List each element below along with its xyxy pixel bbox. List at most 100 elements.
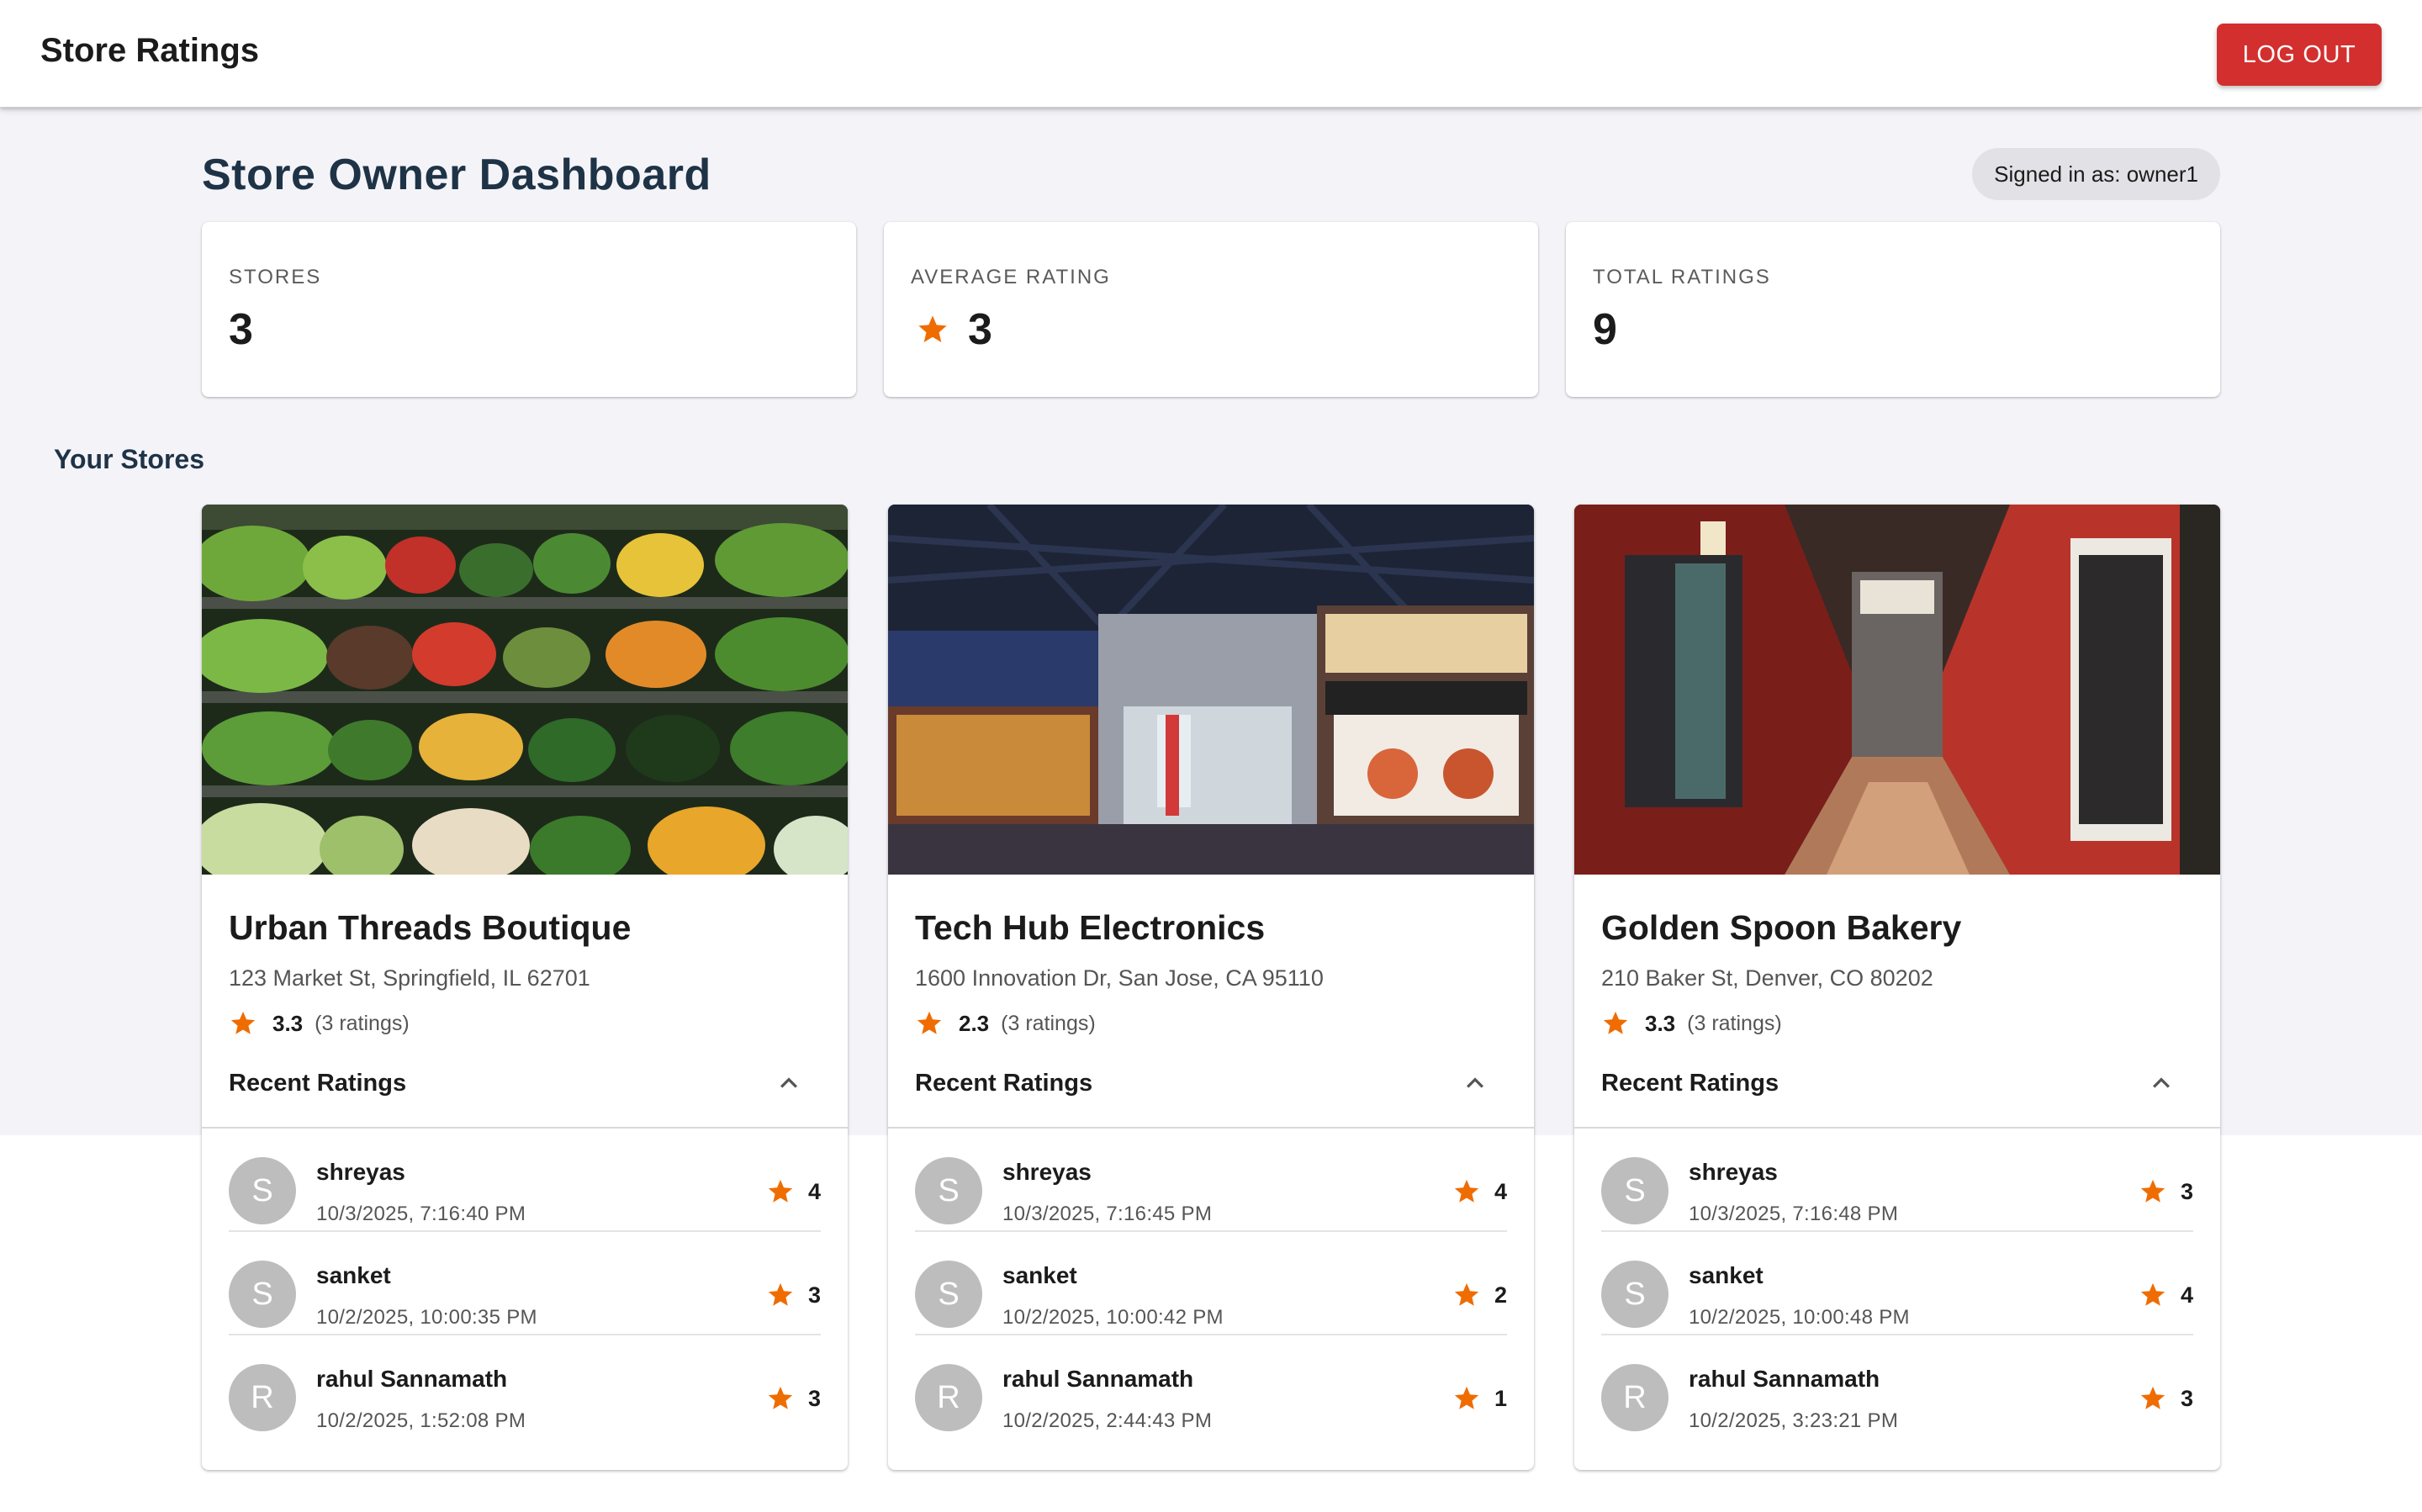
- stat-number: 9: [1593, 305, 1617, 354]
- review-score: 3: [766, 1281, 821, 1309]
- stat-number: 3: [229, 305, 253, 354]
- store-address: 1600 Innovation Dr, San Jose, CA 95110: [915, 965, 1324, 991]
- app-title: Store Ratings: [40, 32, 260, 69]
- review-timestamp: 10/3/2025, 7:16:48 PM: [1689, 1203, 1899, 1225]
- reviewer-name: sanket: [1002, 1262, 1077, 1288]
- app-bar: Store Ratings LOG OUT: [0, 0, 2422, 108]
- rating-row: S sanket 10/2/2025, 10:00:48 PM 4: [1601, 1232, 2193, 1335]
- stat-value: 9: [1593, 304, 1617, 355]
- store-name[interactable]: Tech Hub Electronics: [915, 908, 1265, 948]
- rating-count: (3 ratings): [315, 1011, 410, 1035]
- section-title: Your Stores: [54, 444, 204, 474]
- star-icon: [766, 1177, 795, 1206]
- avatar: R: [915, 1364, 982, 1431]
- star-icon: [2139, 1281, 2167, 1309]
- review-score: 4: [2139, 1281, 2193, 1309]
- review-timestamp: 10/3/2025, 7:16:45 PM: [1002, 1203, 1213, 1225]
- review-score: 4: [1452, 1177, 1507, 1206]
- star-icon: [1452, 1384, 1481, 1413]
- star-icon: [766, 1384, 795, 1413]
- rating-row: S sanket 10/2/2025, 10:00:35 PM 3: [229, 1232, 821, 1335]
- stat-value: 3: [229, 304, 253, 355]
- store-card: Golden Spoon Bakery 210 Baker St, Denver…: [1574, 505, 2220, 1470]
- review-score: 3: [766, 1384, 821, 1413]
- review-timestamp: 10/3/2025, 7:16:40 PM: [316, 1203, 526, 1225]
- store-rating: 3.3 (3 ratings): [1601, 1009, 1782, 1038]
- avatar: S: [915, 1157, 982, 1224]
- score-value: 4: [2180, 1282, 2193, 1308]
- stat-label: STORES: [229, 266, 322, 288]
- store-name[interactable]: Golden Spoon Bakery: [1601, 908, 1961, 948]
- rating-average: 3.3: [272, 1010, 304, 1036]
- recent-ratings-title: Recent Ratings: [915, 1069, 1093, 1097]
- store-name[interactable]: Urban Threads Boutique: [229, 908, 631, 948]
- avatar: S: [1601, 1157, 1668, 1224]
- star-icon: [916, 313, 949, 346]
- review-timestamp: 10/2/2025, 3:23:21 PM: [1689, 1409, 1899, 1432]
- avatar: S: [229, 1157, 296, 1224]
- chevron-up-icon[interactable]: [2144, 1066, 2178, 1100]
- rating-average: 2.3: [959, 1010, 990, 1036]
- logout-button[interactable]: LOG OUT: [2217, 24, 2382, 86]
- review-score: 4: [766, 1177, 821, 1206]
- star-icon: [2139, 1177, 2167, 1206]
- recent-ratings-toggle[interactable]: Recent Ratings: [1601, 1066, 2193, 1100]
- rating-count: (3 ratings): [1687, 1011, 1782, 1035]
- reviewer-name: rahul Sannamath: [1002, 1366, 1194, 1392]
- recent-ratings-title: Recent Ratings: [1601, 1069, 1779, 1097]
- store-card: Urban Threads Boutique 123 Market St, Sp…: [202, 505, 848, 1470]
- recent-ratings-toggle[interactable]: Recent Ratings: [915, 1066, 1507, 1100]
- score-value: 4: [1494, 1178, 1507, 1204]
- stat-number: 3: [968, 305, 992, 354]
- avatar: R: [229, 1364, 296, 1431]
- avatar: R: [1601, 1364, 1668, 1431]
- star-icon: [1452, 1177, 1481, 1206]
- star-icon: [2139, 1384, 2167, 1413]
- score-value: 1: [1494, 1385, 1507, 1411]
- stat-card-average-rating: AVERAGE RATING 3: [884, 222, 1538, 397]
- star-icon: [229, 1009, 257, 1038]
- rating-row: R rahul Sannamath 10/2/2025, 1:52:08 PM …: [229, 1335, 821, 1439]
- review-timestamp: 10/2/2025, 10:00:48 PM: [1689, 1306, 1910, 1329]
- rating-row: S sanket 10/2/2025, 10:00:42 PM 2: [915, 1232, 1507, 1335]
- star-icon: [766, 1281, 795, 1309]
- chevron-up-icon[interactable]: [1458, 1066, 1492, 1100]
- star-icon: [1601, 1009, 1630, 1038]
- reviewer-name: rahul Sannamath: [316, 1366, 508, 1392]
- recent-ratings-toggle[interactable]: Recent Ratings: [229, 1066, 821, 1100]
- score-value: 3: [2180, 1178, 2193, 1204]
- score-value: 2: [1494, 1282, 1507, 1308]
- avatar: S: [1601, 1261, 1668, 1328]
- review-timestamp: 10/2/2025, 2:44:43 PM: [1002, 1409, 1213, 1432]
- rating-row: R rahul Sannamath 10/2/2025, 2:44:43 PM …: [915, 1335, 1507, 1439]
- page-title: Store Owner Dashboard: [202, 151, 711, 199]
- store-image-mall-corridor: [1574, 505, 2220, 875]
- reviewer-name: sanket: [316, 1262, 391, 1288]
- rating-average: 3.3: [1645, 1010, 1676, 1036]
- review-timestamp: 10/2/2025, 10:00:42 PM: [1002, 1306, 1224, 1329]
- score-value: 3: [807, 1282, 821, 1308]
- review-score: 1: [1452, 1384, 1507, 1413]
- rating-list: S shreyas 10/3/2025, 7:16:48 PM 3 S sank…: [1601, 1129, 2193, 1439]
- review-timestamp: 10/2/2025, 10:00:35 PM: [316, 1306, 537, 1329]
- rating-row: S shreyas 10/3/2025, 7:16:45 PM 4: [915, 1129, 1507, 1232]
- avatar: S: [229, 1261, 296, 1328]
- rating-row: R rahul Sannamath 10/2/2025, 3:23:21 PM …: [1601, 1335, 2193, 1439]
- rating-row: S shreyas 10/3/2025, 7:16:40 PM 4: [229, 1129, 821, 1232]
- rating-list: S shreyas 10/3/2025, 7:16:45 PM 4 S sank…: [915, 1129, 1507, 1439]
- star-icon: [1452, 1281, 1481, 1309]
- star-icon: [915, 1009, 944, 1038]
- stat-value: 3: [911, 304, 992, 355]
- rating-row: S shreyas 10/3/2025, 7:16:48 PM 3: [1601, 1129, 2193, 1232]
- chevron-up-icon[interactable]: [772, 1066, 806, 1100]
- signed-in-chip: Signed in as: owner1: [1972, 148, 2220, 200]
- reviewer-name: shreyas: [1002, 1159, 1092, 1185]
- store-image-electronics: [888, 505, 1534, 875]
- store-address: 123 Market St, Springfield, IL 62701: [229, 965, 590, 991]
- reviewer-name: rahul Sannamath: [1689, 1366, 1880, 1392]
- review-score: 3: [2139, 1177, 2193, 1206]
- rating-count: (3 ratings): [1001, 1011, 1096, 1035]
- store-address: 210 Baker St, Denver, CO 80202: [1601, 965, 1933, 991]
- stat-label: TOTAL RATINGS: [1593, 266, 1771, 288]
- review-score: 2: [1452, 1281, 1507, 1309]
